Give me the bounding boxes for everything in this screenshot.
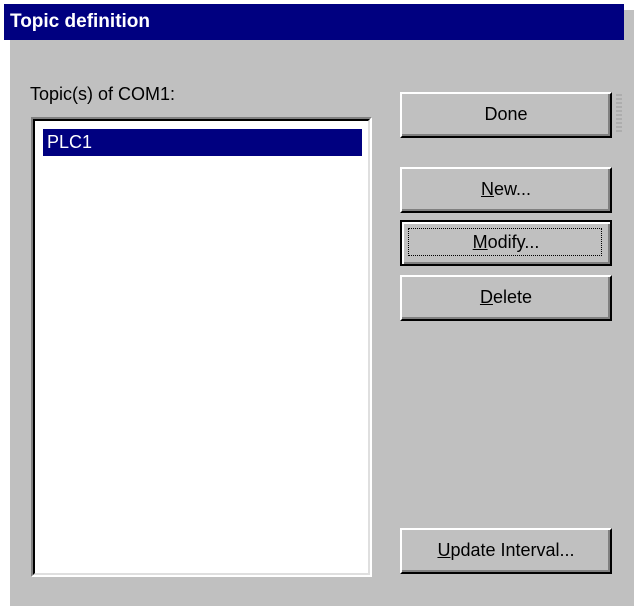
modify-button[interactable]: Modify... <box>400 220 612 266</box>
new-button[interactable]: New... <box>400 167 612 213</box>
topics-listbox[interactable]: PLC1 <box>31 117 372 577</box>
delete-button[interactable]: Delete <box>400 275 612 321</box>
topics-listbox-inner: PLC1 <box>33 119 370 575</box>
update-interval-button[interactable]: Update Interval... <box>400 528 612 574</box>
update-interval-button-mnemonic: U <box>437 540 451 560</box>
new-button-label-rest: ew... <box>493 179 532 199</box>
new-button-mnemonic: N <box>480 179 494 199</box>
update-interval-button-label: Update Interval... <box>437 540 574 560</box>
done-button[interactable]: Done <box>400 92 612 138</box>
new-button-label: New... <box>481 179 531 199</box>
delete-button-label-rest: elete <box>492 287 533 307</box>
screen: Topic definition Topic(s) of COM1: PLC1 … <box>0 0 634 606</box>
dialog-title-bar: Topic definition <box>4 4 624 40</box>
list-item[interactable]: PLC1 <box>43 129 362 156</box>
modify-button-label: Modify... <box>473 232 540 252</box>
modify-button-mnemonic: M <box>472 232 488 252</box>
update-interval-button-label-rest: pdate Interval... <box>450 540 575 560</box>
topics-list-label: Topic(s) of COM1: <box>30 84 176 104</box>
delete-button-label: Delete <box>480 287 532 307</box>
dialog-title: Topic definition <box>10 11 151 32</box>
button-shadow-decoration <box>616 92 622 132</box>
done-button-label: Done <box>484 104 528 124</box>
delete-button-mnemonic: D <box>479 287 493 307</box>
modify-button-label-rest: odify... <box>487 232 540 252</box>
